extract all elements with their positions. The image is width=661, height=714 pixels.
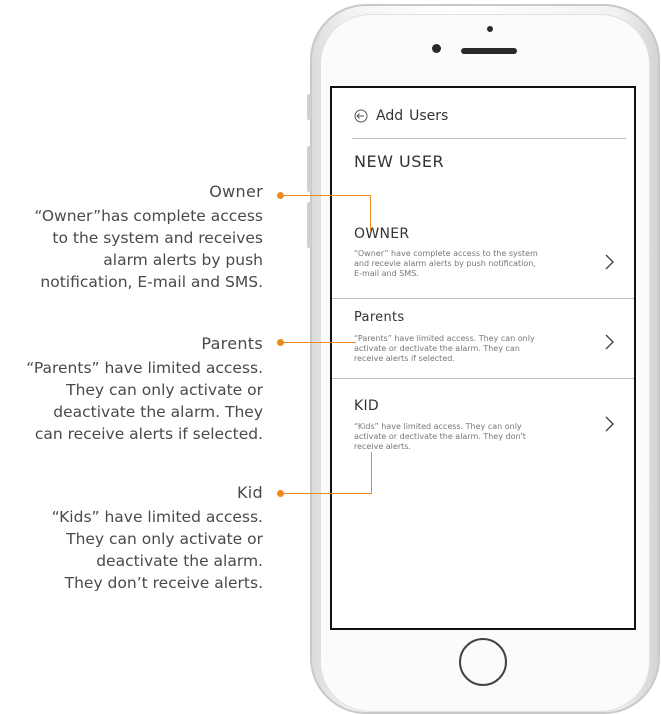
user-type-description: “Parents” have limited access. They can … (354, 334, 576, 364)
header-title-users: Users (409, 108, 449, 124)
owner-annotation-text: “Owner”has complete access to the system… (3, 205, 263, 293)
owner-annotation-line: to the system and receives (52, 229, 263, 247)
kid-annotation-line: deactivate the alarm. (96, 552, 263, 570)
user-type-name: KID (354, 398, 379, 414)
kid-annotation-title: Kid (237, 483, 263, 502)
chevron-right-icon[interactable] (604, 416, 614, 432)
parents-annotation-line: deactivate the alarm. They (53, 403, 263, 421)
description-line: “Owner” have complete access to the syst… (354, 249, 538, 258)
mute-switch (307, 94, 311, 120)
home-button[interactable] (459, 638, 507, 686)
kid-annotation-line: They don’t receive alerts. (64, 574, 263, 592)
parents-annotation: Parents “Parents” have limited access. T… (3, 334, 263, 445)
owner-annotation-line: alarm alerts by push (103, 251, 263, 269)
kid-annotation-line: They can only activate or (66, 530, 263, 548)
owner-annotation-title: Owner (209, 182, 263, 201)
kid-callout-line (281, 493, 372, 494)
user-type-owner[interactable]: OWNER “Owner” have complete access to th… (332, 198, 634, 298)
app-screen: Add Users NEW USER OWNER “Owner” have co… (330, 86, 636, 630)
user-type-parents[interactable]: Parents “Parents” have limited access. T… (332, 298, 634, 378)
parents-annotation-text: “Parents” have limited access. They can … (3, 357, 263, 445)
parents-annotation-line: They can only activate or (66, 381, 263, 399)
owner-callout-line (370, 195, 371, 231)
back-arrow-icon[interactable] (354, 109, 368, 123)
description-line: receive alerts. (354, 442, 411, 451)
description-line: and recevie alarm alerts by push notific… (354, 259, 536, 268)
description-line: receive alerts if selected. (354, 354, 455, 363)
front-camera (432, 44, 441, 53)
owner-annotation: Owner “Owner”has complete access to the … (3, 182, 263, 293)
header-bar: Add Users (354, 108, 448, 124)
description-line: activate or dectivate the alarm. They do… (354, 432, 526, 441)
parents-annotation-line: “Parents” have limited access. (26, 359, 263, 377)
description-line: E-mail and SMS. (354, 269, 419, 278)
description-line: activate or dectivate the alarm. They ca… (354, 344, 520, 353)
owner-annotation-line: notification, E-mail and SMS. (40, 273, 263, 291)
user-type-name: OWNER (354, 226, 410, 242)
owner-annotation-line: “Owner”has complete access (34, 207, 263, 225)
chevron-right-icon[interactable] (604, 254, 614, 270)
earpiece-speaker (461, 48, 517, 54)
user-type-description: “Owner” have complete access to the syst… (354, 249, 576, 279)
section-title: NEW USER (354, 152, 445, 171)
proximity-sensor (487, 26, 493, 32)
parents-annotation-title: Parents (201, 334, 263, 353)
owner-callout-line (281, 195, 371, 196)
user-type-description: “Kids” have limited access. They can onl… (354, 422, 576, 452)
kid-callout-line (371, 452, 372, 494)
user-type-name: Parents (354, 310, 405, 325)
description-line: “Kids” have limited access. They can onl… (354, 422, 522, 431)
kid-annotation-line: “Kids” have limited access. (51, 508, 263, 526)
kid-annotation-text: “Kids” have limited access. They can onl… (3, 506, 263, 594)
volume-down-button (307, 202, 311, 248)
header-divider (352, 138, 626, 139)
description-line: “Parents” have limited access. They can … (354, 334, 535, 343)
parents-annotation-line: can receive alerts if selected. (34, 425, 263, 443)
chevron-right-icon[interactable] (604, 334, 614, 350)
kid-annotation: Kid “Kids” have limited access. They can… (3, 483, 263, 594)
parents-callout-line (281, 342, 356, 343)
volume-up-button (307, 146, 311, 192)
header-title-add: Add (376, 108, 404, 124)
user-type-kid[interactable]: KID “Kids” have limited access. They can… (332, 378, 634, 468)
